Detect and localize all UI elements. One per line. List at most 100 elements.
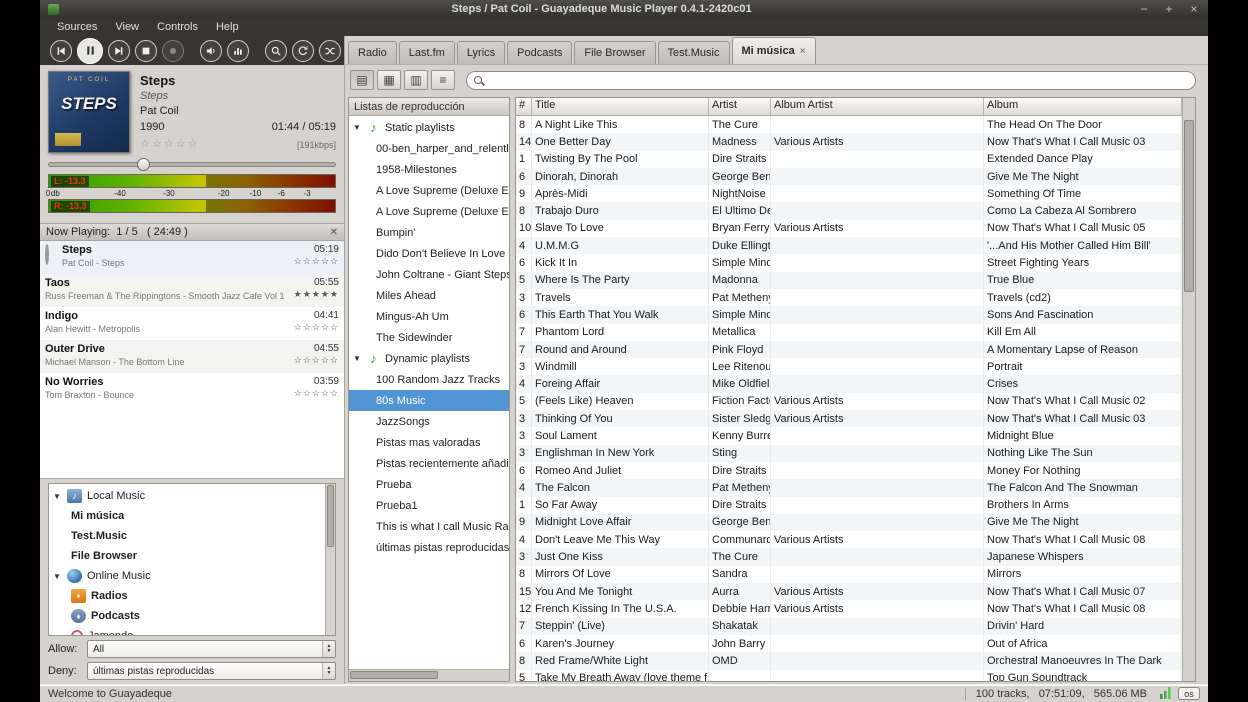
album-art[interactable]: PAT COIL STEPS [48, 71, 130, 153]
playlist-item[interactable]: JazzSongs [349, 411, 509, 432]
previous-button[interactable] [50, 40, 72, 62]
tab[interactable]: Radio [348, 41, 397, 64]
now-playing-track-row[interactable]: Taos Russ Freeman & The Rippingtons - Sm… [40, 274, 344, 307]
tab-close-icon[interactable]: × [800, 46, 806, 57]
seek-handle[interactable] [137, 158, 150, 171]
playlist-item[interactable]: The Sidewinder [349, 327, 509, 348]
table-row[interactable]: 4 U.M.M.G Duke Ellington '...And His Mot… [516, 237, 1182, 254]
playlist-item[interactable]: A Love Supreme (Deluxe Edition) [349, 180, 509, 201]
now-playing-track-row[interactable]: No Worries Tom Braxton - Bounce 03:59 ☆☆… [40, 373, 344, 406]
now-playing-close-icon[interactable]: ✕ [330, 227, 338, 238]
library-tree-item[interactable]: Mi música [49, 506, 325, 526]
combo-arrows-icon[interactable]: ▲▼ [322, 663, 335, 679]
seek-slider[interactable] [48, 157, 336, 172]
library-scrollbar-thumb[interactable] [327, 485, 334, 547]
expander-icon[interactable]: ▼ [353, 354, 362, 363]
library-tree-item[interactable]: Test.Music [49, 526, 325, 546]
tab[interactable]: Test.Music [658, 41, 730, 64]
record-button[interactable] [162, 40, 184, 62]
maximize-button[interactable]: + [1163, 2, 1175, 16]
table-column-header[interactable]: # [516, 98, 532, 115]
playlist-item[interactable]: 1958-Milestones [349, 159, 509, 180]
table-column-header[interactable]: Title [532, 98, 709, 115]
table-row[interactable]: 5 Take My Breath Away (love theme fror B… [516, 670, 1182, 682]
tracks-vertical-scrollbar[interactable] [1182, 98, 1195, 681]
table-row[interactable]: 3 Thinking Of You Sister Sledge Various … [516, 410, 1182, 427]
tab[interactable]: Last.fm [399, 41, 455, 64]
volume-button[interactable] [200, 40, 222, 62]
expander-icon[interactable]: ▼ [353, 123, 362, 132]
library-tree-item[interactable]: File Browser [49, 546, 325, 566]
playlist-item[interactable]: Prueba [349, 474, 509, 495]
next-button[interactable] [108, 40, 130, 62]
playlist-item[interactable]: últimas pistas reproducidas [349, 537, 509, 558]
table-row[interactable]: 3 Soul Lament Kenny Burrell Midnight Blu… [516, 427, 1182, 444]
table-row[interactable]: 3 Englishman In New York Sting Nothing L… [516, 445, 1182, 462]
playlist-item[interactable]: 00-ben_harper_and_relentless7 [349, 138, 509, 159]
playlist-item[interactable]: Miles Ahead [349, 285, 509, 306]
table-row[interactable]: 15 You And Me Tonight Aurra Various Arti… [516, 583, 1182, 600]
search-box[interactable] [466, 71, 1196, 90]
table-row[interactable]: 14 One Better Day Madness Various Artist… [516, 133, 1182, 150]
view-mode-grid-button[interactable]: ▦ [377, 70, 401, 90]
table-row[interactable]: 3 Just One Kiss The Cure Japanese Whispe… [516, 548, 1182, 565]
table-row[interactable]: 8 A Night Like This The Cure The Head On… [516, 116, 1182, 133]
minimize-button[interactable]: − [1138, 2, 1150, 16]
library-tree-item[interactable]: Podcasts [49, 606, 325, 626]
playlist-item[interactable]: Prueba1 [349, 495, 509, 516]
table-column-header[interactable]: Artist [709, 98, 771, 115]
playlist-item[interactable]: Pistas recientemente añadidas [349, 453, 509, 474]
playlist-item[interactable]: Dido Don't Believe In Love Listas [349, 243, 509, 264]
now-playing-track-row[interactable]: Steps Pat Coil - Steps 05:19 ☆☆☆☆☆ [40, 241, 344, 274]
track-rating-stars[interactable]: ☆☆☆☆☆ [140, 137, 199, 150]
playlist-item[interactable]: Bumpin' [349, 222, 509, 243]
sort-order-button[interactable]: ▥ [404, 70, 428, 90]
view-mode-details-button[interactable]: ≡ [431, 70, 455, 90]
table-row[interactable]: 6 Romeo And Juliet Dire Straits Money Fo… [516, 462, 1182, 479]
table-row[interactable]: 1 Twisting By The Pool Dire Straits Exte… [516, 151, 1182, 168]
playlist-item[interactable]: 80s Music [349, 390, 509, 411]
tab[interactable]: File Browser [574, 41, 655, 64]
playlist-item[interactable]: ▼ Static playlists [349, 117, 509, 138]
shuffle-button[interactable] [319, 40, 341, 62]
allow-filter-combobox[interactable]: All ▲▼ [87, 640, 336, 658]
seek-track[interactable] [48, 162, 336, 167]
expander-icon[interactable]: ▼ [53, 572, 62, 581]
table-row[interactable]: 4 Foreing Affair Mike Oldfield Crises [516, 375, 1182, 392]
pause-button[interactable] [77, 38, 103, 64]
table-row[interactable]: 1 So Far Away Dire Straits Brothers In A… [516, 497, 1182, 514]
playlist-item[interactable]: A Love Supreme (Deluxe Edition) [349, 201, 509, 222]
table-row[interactable]: 8 Mirrors Of Love Sandra Mirrors [516, 566, 1182, 583]
playlists-hscrollbar-thumb[interactable] [350, 671, 438, 679]
table-row[interactable]: 7 Phantom Lord Metallica Kill Em All [516, 324, 1182, 341]
combo-arrows-icon[interactable]: ▲▼ [322, 641, 335, 657]
table-row[interactable]: 5 Where Is The Party Madonna True Blue [516, 272, 1182, 289]
view-mode-list-button[interactable]: ▤ [350, 70, 374, 90]
track-artist[interactable]: Pat Coil [140, 105, 336, 117]
menu-item[interactable]: Controls [148, 21, 207, 33]
table-row[interactable]: 6 Dinorah, Dinorah George Benson Give Me… [516, 168, 1182, 185]
table-row[interactable]: 5 (Feels Like) Heaven Fiction Factory Va… [516, 393, 1182, 410]
menu-item[interactable]: Sources [48, 21, 106, 33]
track-title[interactable]: Steps [140, 73, 336, 88]
library-tree-item[interactable]: Jamendo [49, 626, 325, 636]
repeat-button[interactable] [292, 40, 314, 62]
table-row[interactable]: 7 Steppin' (Live) Shakatak Drivin' Hard [516, 618, 1182, 635]
table-row[interactable]: 3 Windmill Lee Ritenour Portrait [516, 358, 1182, 375]
table-column-header[interactable]: Album [984, 98, 1182, 115]
table-row[interactable]: 8 Red Frame/White Light OMD Orchestral M… [516, 652, 1182, 669]
playlists-horizontal-scrollbar[interactable] [349, 669, 509, 681]
playlist-item[interactable]: 100 Random Jazz Tracks [349, 369, 509, 390]
table-row[interactable]: 6 Kick It In Simple Minds Street Fightin… [516, 254, 1182, 271]
playlist-item[interactable]: Mingus-Ah Um [349, 306, 509, 327]
table-column-header[interactable]: Album Artist [771, 98, 984, 115]
table-row[interactable]: 12 French Kissing In The U.S.A. Debbie H… [516, 600, 1182, 617]
stop-button[interactable] [135, 40, 157, 62]
playlist-item[interactable]: ▼ Dynamic playlists [349, 348, 509, 369]
track-album[interactable]: Steps [140, 90, 336, 102]
table-row[interactable]: 8 Trabajo Duro El Ultimo De La Fila Como… [516, 202, 1182, 219]
search-button[interactable] [265, 40, 287, 62]
library-tree-item[interactable]: Radios [49, 586, 325, 606]
table-row[interactable]: 9 Midnight Love Affair George Benson Giv… [516, 514, 1182, 531]
table-row[interactable]: 7 Round and Around Pink Floyd A Momentar… [516, 341, 1182, 358]
